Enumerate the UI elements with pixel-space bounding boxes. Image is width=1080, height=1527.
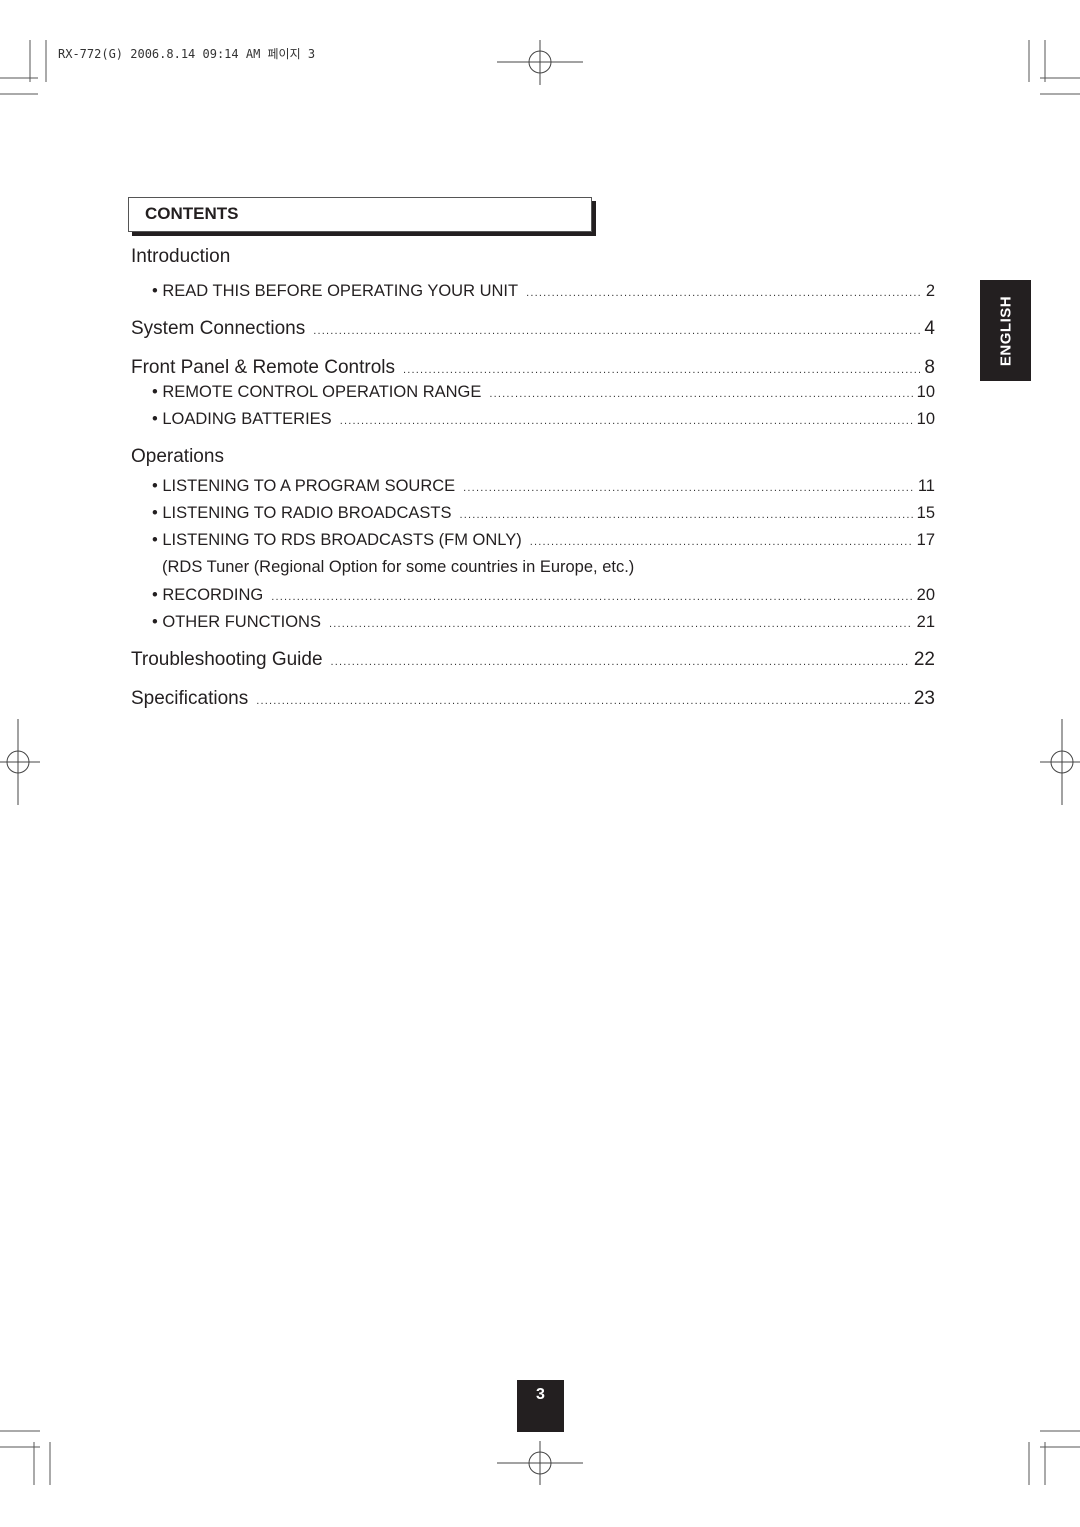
- section-heading-introduction: Introduction: [131, 246, 231, 267]
- toc-entry[interactable]: LISTENING TO RADIO BROADCASTS 15: [152, 504, 935, 523]
- toc-entry-page: 17: [916, 531, 935, 549]
- toc-entry[interactable]: READ THIS BEFORE OPERATING YOUR UNIT 2: [152, 282, 935, 301]
- toc-entry-troubleshooting[interactable]: Troubleshooting Guide 22: [131, 649, 935, 671]
- leader-dots: [526, 287, 922, 299]
- toc-entry-label: LISTENING TO RDS BROADCASTS (FM ONLY): [152, 531, 521, 550]
- toc-entry-label: LISTENING TO RADIO BROADCASTS: [152, 504, 451, 523]
- leader-dots: [403, 364, 920, 376]
- toc-entry-label: OTHER FUNCTIONS: [152, 613, 321, 632]
- toc-entry[interactable]: LISTENING TO RDS BROADCASTS (FM ONLY) 17: [152, 531, 935, 550]
- toc-entry-page: 22: [913, 649, 935, 670]
- page-number-box: 3: [517, 1380, 564, 1432]
- registration-mark: [528, 50, 552, 74]
- toc-entry-front-panel[interactable]: Front Panel & Remote Controls 8: [131, 357, 935, 379]
- leader-dots: [530, 536, 913, 548]
- language-tab: ENGLISH: [980, 280, 1031, 381]
- toc-entry[interactable]: RECORDING 20: [152, 586, 935, 605]
- toc-entry-label: RECORDING: [152, 586, 263, 605]
- toc-entry-page: 10: [916, 410, 935, 428]
- leader-dots: [340, 415, 913, 427]
- toc-entry-label: READ THIS BEFORE OPERATING YOUR UNIT: [152, 282, 518, 301]
- toc-entry-label: Front Panel & Remote Controls: [131, 357, 396, 378]
- toc-entry[interactable]: LOADING BATTERIES 10: [152, 410, 935, 429]
- toc-entry-label: REMOTE CONTROL OPERATION RANGE: [152, 383, 481, 402]
- toc-entry-page: 23: [913, 688, 935, 709]
- toc-entry-page: 4: [924, 318, 935, 339]
- toc-entry-specifications[interactable]: Specifications 23: [131, 688, 935, 710]
- leader-dots: [329, 618, 913, 630]
- toc-entry[interactable]: OTHER FUNCTIONS 21: [152, 613, 935, 632]
- registration-mark: [6, 750, 30, 774]
- print-slug: RX-772(G) 2006.8.14 09:14 AM 페이지 3: [58, 47, 316, 61]
- toc-entry-label: LOADING BATTERIES: [152, 410, 331, 429]
- toc-entry-page: 8: [924, 357, 935, 378]
- contents-title-box: CONTENTS: [128, 197, 592, 232]
- toc-entry-label: LISTENING TO A PROGRAM SOURCE: [152, 477, 455, 496]
- language-tab-label: ENGLISH: [997, 295, 1014, 366]
- toc-entry-page: 15: [916, 504, 935, 522]
- leader-dots: [256, 695, 910, 707]
- leader-dots: [489, 388, 912, 400]
- toc-entry-page: 20: [916, 586, 935, 604]
- leader-dots: [271, 591, 912, 603]
- toc-entry[interactable]: REMOTE CONTROL OPERATION RANGE 10: [152, 383, 935, 402]
- leader-dots: [460, 509, 913, 521]
- toc-entry-page: 10: [916, 383, 935, 401]
- toc-entry-page: 21: [916, 613, 935, 631]
- leader-dots: [463, 482, 914, 494]
- registration-mark: [528, 1451, 552, 1475]
- leader-dots: [313, 325, 920, 337]
- registration-mark: [1050, 750, 1074, 774]
- toc-entry[interactable]: LISTENING TO A PROGRAM SOURCE 11: [152, 477, 935, 496]
- toc-entry-system-connections[interactable]: System Connections 4: [131, 318, 935, 340]
- toc-entry-page: 2: [925, 282, 935, 300]
- toc-entry-label: System Connections: [131, 318, 306, 339]
- rds-note: (RDS Tuner (Regional Option for some cou…: [162, 558, 635, 576]
- page-number: 3: [536, 1386, 545, 1403]
- toc-entry-label: Troubleshooting Guide: [131, 649, 323, 670]
- contents-title: CONTENTS: [145, 204, 239, 223]
- toc-entry-page: 11: [917, 477, 935, 495]
- section-heading-operations: Operations: [131, 446, 224, 467]
- leader-dots: [331, 656, 910, 668]
- toc-entry-label: Specifications: [131, 688, 249, 709]
